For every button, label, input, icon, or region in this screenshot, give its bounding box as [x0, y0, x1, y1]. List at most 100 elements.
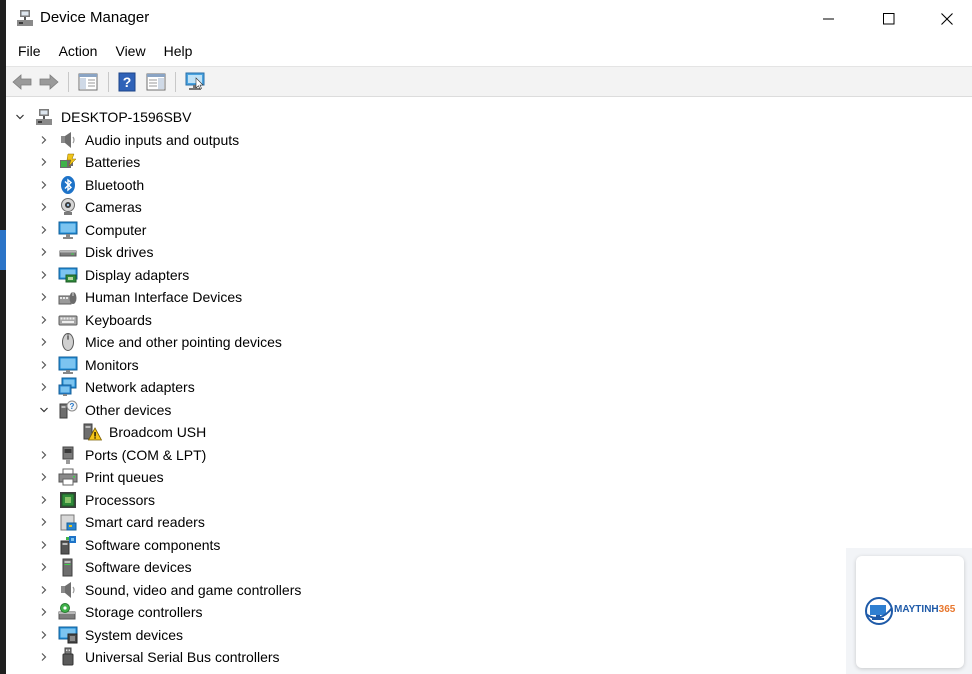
toolbar: ?: [6, 66, 972, 97]
chevron-right-icon: [41, 383, 47, 391]
tree-category-row[interactable]: Human Interface Devices: [6, 286, 346, 308]
port-icon: [58, 445, 78, 465]
expand-chevron[interactable]: [38, 449, 50, 461]
close-button[interactable]: [918, 0, 972, 38]
tree-category-row[interactable]: Ports (COM & LPT): [6, 444, 346, 466]
expand-chevron[interactable]: [38, 629, 50, 641]
scan-hardware-icon: [185, 72, 205, 90]
menu-help[interactable]: Help: [156, 40, 201, 64]
back-icon: [12, 74, 32, 90]
tree-category-row[interactable]: Print queues: [6, 466, 346, 488]
chevron-down-icon: [40, 407, 48, 412]
tree-root-row[interactable]: DESKTOP-1596SBV: [6, 106, 306, 128]
maximize-button[interactable]: [860, 0, 918, 38]
tree-category-row[interactable]: Universal Serial Bus controllers: [6, 646, 346, 668]
show-hide-tree-icon: [78, 73, 98, 91]
expand-chevron[interactable]: [38, 584, 50, 596]
chevron-right-icon: [41, 180, 47, 189]
minimize-button[interactable]: [800, 0, 858, 38]
tree-category-row[interactable]: System devices: [6, 624, 346, 646]
device-manager-window: Device Manager File Action View Help ? D…: [6, 0, 972, 674]
menu-action[interactable]: Action: [51, 40, 106, 64]
forward-button[interactable]: [37, 71, 61, 93]
svg-text:?: ?: [70, 402, 75, 411]
tree-category-row[interactable]: Smart card readers: [6, 511, 346, 533]
menu-file[interactable]: File: [10, 40, 49, 64]
chevron-right-icon: [41, 518, 47, 526]
window-title: Device Manager: [40, 9, 150, 26]
show-hide-tree-button[interactable]: [76, 71, 100, 93]
chevron-right-icon: [41, 540, 47, 549]
expand-chevron[interactable]: [38, 651, 50, 663]
expand-chevron[interactable]: [38, 516, 50, 528]
smart-card-reader-icon: [58, 512, 78, 532]
tree-category-row[interactable]: Bluetooth: [6, 174, 346, 196]
help-icon: ?: [118, 72, 136, 92]
tree-category-row[interactable]: Disk drives: [6, 241, 346, 263]
tree-category-row[interactable]: Software components: [6, 534, 346, 556]
expand-chevron[interactable]: [38, 314, 50, 326]
expand-chevron[interactable]: [38, 134, 50, 146]
tree-category-label: Mice and other pointing devices: [85, 334, 282, 350]
speaker-icon: [58, 130, 78, 150]
bluetooth-icon: [58, 175, 78, 195]
chevron-right-icon: [41, 315, 47, 324]
tree-category-row[interactable]: Keyboards: [6, 309, 346, 331]
system-device-icon: [58, 625, 78, 645]
watermark-brand: MAYTINH365: [894, 604, 956, 615]
tree-category-row[interactable]: Computer: [6, 219, 346, 241]
expand-chevron[interactable]: [38, 291, 50, 303]
warning-device-icon: [82, 422, 102, 442]
tree-category-row[interactable]: Processors: [6, 489, 346, 511]
tree-category-row[interactable]: Sound, video and game controllers: [6, 579, 346, 601]
tree-category-row[interactable]: Mice and other pointing devices: [6, 331, 346, 353]
chevron-right-icon: [41, 563, 47, 571]
watermark-card: MAYTINH365: [856, 556, 964, 668]
chevron-right-icon: [41, 135, 47, 144]
expand-chevron[interactable]: [38, 359, 50, 371]
expand-chevron[interactable]: [14, 111, 26, 123]
expand-chevron[interactable]: [38, 494, 50, 506]
menu-bar: File Action View Help: [6, 40, 202, 64]
expand-chevron[interactable]: [38, 269, 50, 281]
expand-chevron[interactable]: [38, 404, 50, 416]
expand-chevron[interactable]: [38, 156, 50, 168]
tree-category-row[interactable]: Display adapters: [6, 264, 346, 286]
properties-button[interactable]: [144, 71, 168, 93]
usb-icon: [58, 647, 78, 667]
tree-category-label: Disk drives: [85, 244, 154, 260]
tree-category-row[interactable]: ? Other devices: [6, 399, 346, 421]
scan-hardware-button[interactable]: [183, 71, 207, 93]
chevron-right-icon: [41, 225, 47, 234]
help-button[interactable]: ?: [115, 71, 139, 93]
chevron-right-icon: [41, 585, 47, 594]
tree-device-row[interactable]: Broadcom USH: [6, 421, 346, 443]
menu-view[interactable]: View: [107, 40, 153, 64]
tree-category-label: Bluetooth: [85, 176, 145, 193]
expand-chevron[interactable]: [38, 246, 50, 258]
tree-device-label: Broadcom USH: [109, 424, 207, 440]
expand-chevron[interactable]: [38, 539, 50, 551]
tree-category-row[interactable]: Batteries: [6, 151, 346, 173]
chevron-right-icon: [41, 338, 47, 346]
back-button[interactable]: [10, 71, 34, 93]
tree-category-row[interactable]: Cameras: [6, 196, 346, 218]
expand-chevron[interactable]: [38, 201, 50, 213]
tree-category-row[interactable]: Storage controllers: [6, 601, 346, 623]
expand-chevron[interactable]: [38, 336, 50, 348]
tree-category-label: Storage controllers: [85, 604, 203, 620]
tree-category-label: System devices: [85, 626, 184, 643]
tree-category-row[interactable]: Monitors: [6, 354, 346, 376]
expand-chevron[interactable]: [38, 606, 50, 618]
tree-category-row[interactable]: Network adapters: [6, 376, 346, 398]
chevron-right-icon: [41, 248, 47, 256]
expand-chevron[interactable]: [38, 224, 50, 236]
hid-icon: [58, 287, 78, 307]
expand-chevron[interactable]: [38, 381, 50, 393]
tree-category-row[interactable]: Software devices: [6, 556, 346, 578]
tree-category-row[interactable]: Audio inputs and outputs: [6, 129, 346, 151]
expand-chevron[interactable]: [38, 561, 50, 573]
expand-chevron[interactable]: [38, 179, 50, 191]
expand-chevron[interactable]: [38, 471, 50, 483]
tree-category-label: Keyboards: [85, 311, 152, 328]
